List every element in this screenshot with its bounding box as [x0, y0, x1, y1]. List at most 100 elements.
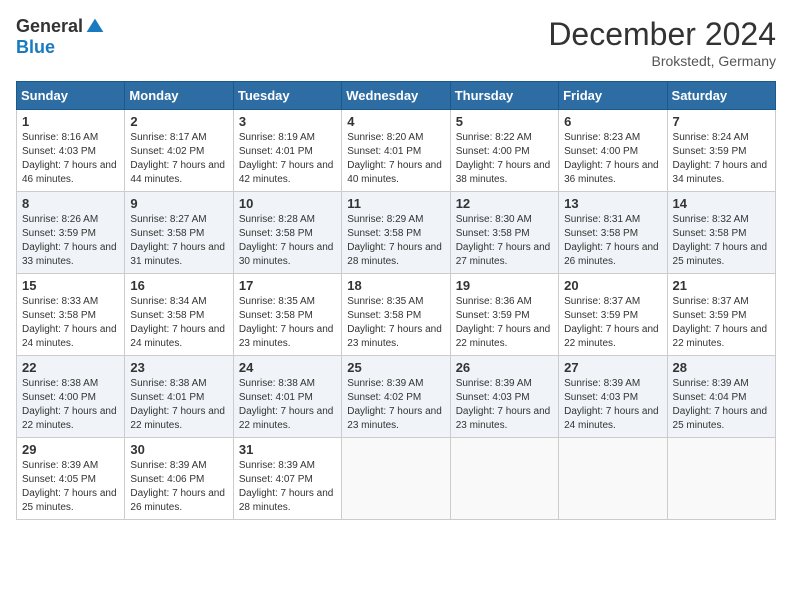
- day-number: 26: [456, 360, 553, 375]
- cell-info: Sunrise: 8:36 AM Sunset: 3:59 PM Dayligh…: [456, 295, 553, 351]
- calendar-cell: 21Sunrise: 8:37 AM Sunset: 3:59 PM Dayli…: [667, 274, 775, 356]
- day-number: 2: [130, 114, 227, 129]
- day-number: 27: [564, 360, 661, 375]
- day-number: 25: [347, 360, 444, 375]
- day-number: 6: [564, 114, 661, 129]
- cell-info: Sunrise: 8:35 AM Sunset: 3:58 PM Dayligh…: [347, 295, 444, 351]
- cell-info: Sunrise: 8:35 AM Sunset: 3:58 PM Dayligh…: [239, 295, 336, 351]
- calendar-cell: 31Sunrise: 8:39 AM Sunset: 4:07 PM Dayli…: [233, 438, 341, 520]
- cell-info: Sunrise: 8:30 AM Sunset: 3:58 PM Dayligh…: [456, 213, 553, 269]
- cell-info: Sunrise: 8:39 AM Sunset: 4:04 PM Dayligh…: [673, 377, 770, 433]
- calendar-cell: 16 Sunrise: 8:34 AM Sunset: 3:58 PM Dayli…: [125, 274, 233, 356]
- logo-general-text: General: [16, 16, 83, 37]
- calendar-cell: [667, 438, 775, 520]
- cell-info: Sunrise: 8:37 AM Sunset: 3:59 PM Dayligh…: [673, 295, 770, 351]
- day-number: 14: [673, 196, 770, 211]
- calendar-cell: 25 Sunrise: 8:39 AM Sunset: 4:02 PM Dayli…: [342, 356, 450, 438]
- month-year-title: December 2024: [548, 16, 776, 53]
- calendar-cell: [450, 438, 558, 520]
- title-area: December 2024 Brokstedt, Germany: [548, 16, 776, 69]
- cell-info: Sunrise: 8:28 AM Sunset: 3:58 PM Dayligh…: [239, 213, 336, 269]
- cell-info: Sunrise: 8:38 AM Sunset: 4:00 PM Dayligh…: [22, 377, 119, 433]
- day-number: 28: [673, 360, 770, 375]
- calendar-cell: 28 Sunrise: 8:39 AM Sunset: 4:04 PM Dayli…: [667, 356, 775, 438]
- day-number: 18: [347, 278, 444, 293]
- calendar-cell: 17Sunrise: 8:35 AM Sunset: 3:58 PM Dayli…: [233, 274, 341, 356]
- calendar-cell: 24 Sunrise: 8:38 AM Sunset: 4:01 PM Dayli…: [233, 356, 341, 438]
- page-header: General Blue December 2024 Brokstedt, Ge…: [16, 16, 776, 69]
- calendar-cell: [342, 438, 450, 520]
- cell-info: Sunrise: 8:38 AM Sunset: 4:01 PM Dayligh…: [239, 377, 336, 433]
- calendar-table: SundayMondayTuesdayWednesdayThursdayFrid…: [16, 81, 776, 520]
- cell-info: Sunrise: 8:33 AM Sunset: 3:58 PM Dayligh…: [22, 295, 119, 351]
- calendar-cell: 1 Sunrise: 8:16 AM Sunset: 4:03 PM Daylig…: [17, 110, 125, 192]
- day-number: 9: [130, 196, 227, 211]
- weekday-header-saturday: Saturday: [667, 82, 775, 110]
- weekday-header-thursday: Thursday: [450, 82, 558, 110]
- cell-info: Sunrise: 8:39 AM Sunset: 4:02 PM Dayligh…: [347, 377, 444, 433]
- calendar-cell: 27 Sunrise: 8:39 AM Sunset: 4:03 PM Dayli…: [559, 356, 667, 438]
- weekday-header-sunday: Sunday: [17, 82, 125, 110]
- day-number: 4: [347, 114, 444, 129]
- calendar-cell: 29 Sunrise: 8:39 AM Sunset: 4:05 PM Dayli…: [17, 438, 125, 520]
- weekday-header-tuesday: Tuesday: [233, 82, 341, 110]
- location-text: Brokstedt, Germany: [548, 53, 776, 69]
- calendar-cell: 2 Sunrise: 8:17 AM Sunset: 4:02 PM Daylig…: [125, 110, 233, 192]
- cell-info: Sunrise: 8:26 AM Sunset: 3:59 PM Dayligh…: [22, 213, 119, 269]
- day-number: 1: [22, 114, 119, 129]
- calendar-week-row: 15 Sunrise: 8:33 AM Sunset: 3:58 PM Dayli…: [17, 274, 776, 356]
- logo-icon: [85, 17, 105, 37]
- day-number: 11: [347, 196, 444, 211]
- calendar-cell: 4 Sunrise: 8:20 AM Sunset: 4:01 PM Daylig…: [342, 110, 450, 192]
- day-number: 8: [22, 196, 119, 211]
- cell-info: Sunrise: 8:29 AM Sunset: 3:58 PM Dayligh…: [347, 213, 444, 269]
- calendar-cell: 19 Sunrise: 8:36 AM Sunset: 3:59 PM Dayli…: [450, 274, 558, 356]
- cell-info: Sunrise: 8:19 AM Sunset: 4:01 PM Dayligh…: [239, 131, 336, 187]
- cell-info: Sunrise: 8:38 AM Sunset: 4:01 PM Dayligh…: [130, 377, 227, 433]
- cell-info: Sunrise: 8:17 AM Sunset: 4:02 PM Dayligh…: [130, 131, 227, 187]
- cell-info: Sunrise: 8:20 AM Sunset: 4:01 PM Dayligh…: [347, 131, 444, 187]
- weekday-header-monday: Monday: [125, 82, 233, 110]
- calendar-cell: 13 Sunrise: 8:31 AM Sunset: 3:58 PM Dayli…: [559, 192, 667, 274]
- calendar-cell: 3 Sunrise: 8:19 AM Sunset: 4:01 PM Daylig…: [233, 110, 341, 192]
- cell-info: Sunrise: 8:23 AM Sunset: 4:00 PM Dayligh…: [564, 131, 661, 187]
- calendar-header-row: SundayMondayTuesdayWednesdayThursdayFrid…: [17, 82, 776, 110]
- day-number: 5: [456, 114, 553, 129]
- day-number: 31: [239, 442, 336, 457]
- cell-info: Sunrise: 8:39 AM Sunset: 4:06 PM Dayligh…: [130, 459, 227, 515]
- calendar-cell: 14Sunrise: 8:32 AM Sunset: 3:58 PM Dayli…: [667, 192, 775, 274]
- calendar-cell: [559, 438, 667, 520]
- calendar-cell: 30Sunrise: 8:39 AM Sunset: 4:06 PM Dayli…: [125, 438, 233, 520]
- day-number: 16: [130, 278, 227, 293]
- day-number: 24: [239, 360, 336, 375]
- day-number: 13: [564, 196, 661, 211]
- day-number: 29: [22, 442, 119, 457]
- weekday-header-friday: Friday: [559, 82, 667, 110]
- calendar-week-row: 1 Sunrise: 8:16 AM Sunset: 4:03 PM Daylig…: [17, 110, 776, 192]
- day-number: 3: [239, 114, 336, 129]
- cell-info: Sunrise: 8:39 AM Sunset: 4:05 PM Dayligh…: [22, 459, 119, 515]
- calendar-cell: 18 Sunrise: 8:35 AM Sunset: 3:58 PM Dayli…: [342, 274, 450, 356]
- day-number: 12: [456, 196, 553, 211]
- calendar-cell: 5 Sunrise: 8:22 AM Sunset: 4:00 PM Daylig…: [450, 110, 558, 192]
- day-number: 15: [22, 278, 119, 293]
- calendar-cell: 10Sunrise: 8:28 AM Sunset: 3:58 PM Dayli…: [233, 192, 341, 274]
- logo: General Blue: [16, 16, 105, 58]
- cell-info: Sunrise: 8:31 AM Sunset: 3:58 PM Dayligh…: [564, 213, 661, 269]
- cell-info: Sunrise: 8:39 AM Sunset: 4:03 PM Dayligh…: [564, 377, 661, 433]
- calendar-cell: 23 Sunrise: 8:38 AM Sunset: 4:01 PM Dayli…: [125, 356, 233, 438]
- day-number: 23: [130, 360, 227, 375]
- logo-blue-text: Blue: [16, 37, 55, 58]
- calendar-cell: 7Sunrise: 8:24 AM Sunset: 3:59 PM Daylig…: [667, 110, 775, 192]
- cell-info: Sunrise: 8:39 AM Sunset: 4:03 PM Dayligh…: [456, 377, 553, 433]
- calendar-cell: 8 Sunrise: 8:26 AM Sunset: 3:59 PM Daylig…: [17, 192, 125, 274]
- calendar-cell: 26 Sunrise: 8:39 AM Sunset: 4:03 PM Dayli…: [450, 356, 558, 438]
- calendar-week-row: 8 Sunrise: 8:26 AM Sunset: 3:59 PM Daylig…: [17, 192, 776, 274]
- cell-info: Sunrise: 8:34 AM Sunset: 3:58 PM Dayligh…: [130, 295, 227, 351]
- cell-info: Sunrise: 8:22 AM Sunset: 4:00 PM Dayligh…: [456, 131, 553, 187]
- day-number: 19: [456, 278, 553, 293]
- calendar-cell: 11 Sunrise: 8:29 AM Sunset: 3:58 PM Dayli…: [342, 192, 450, 274]
- day-number: 20: [564, 278, 661, 293]
- calendar-cell: 20Sunrise: 8:37 AM Sunset: 3:59 PM Dayli…: [559, 274, 667, 356]
- cell-info: Sunrise: 8:16 AM Sunset: 4:03 PM Dayligh…: [22, 131, 119, 187]
